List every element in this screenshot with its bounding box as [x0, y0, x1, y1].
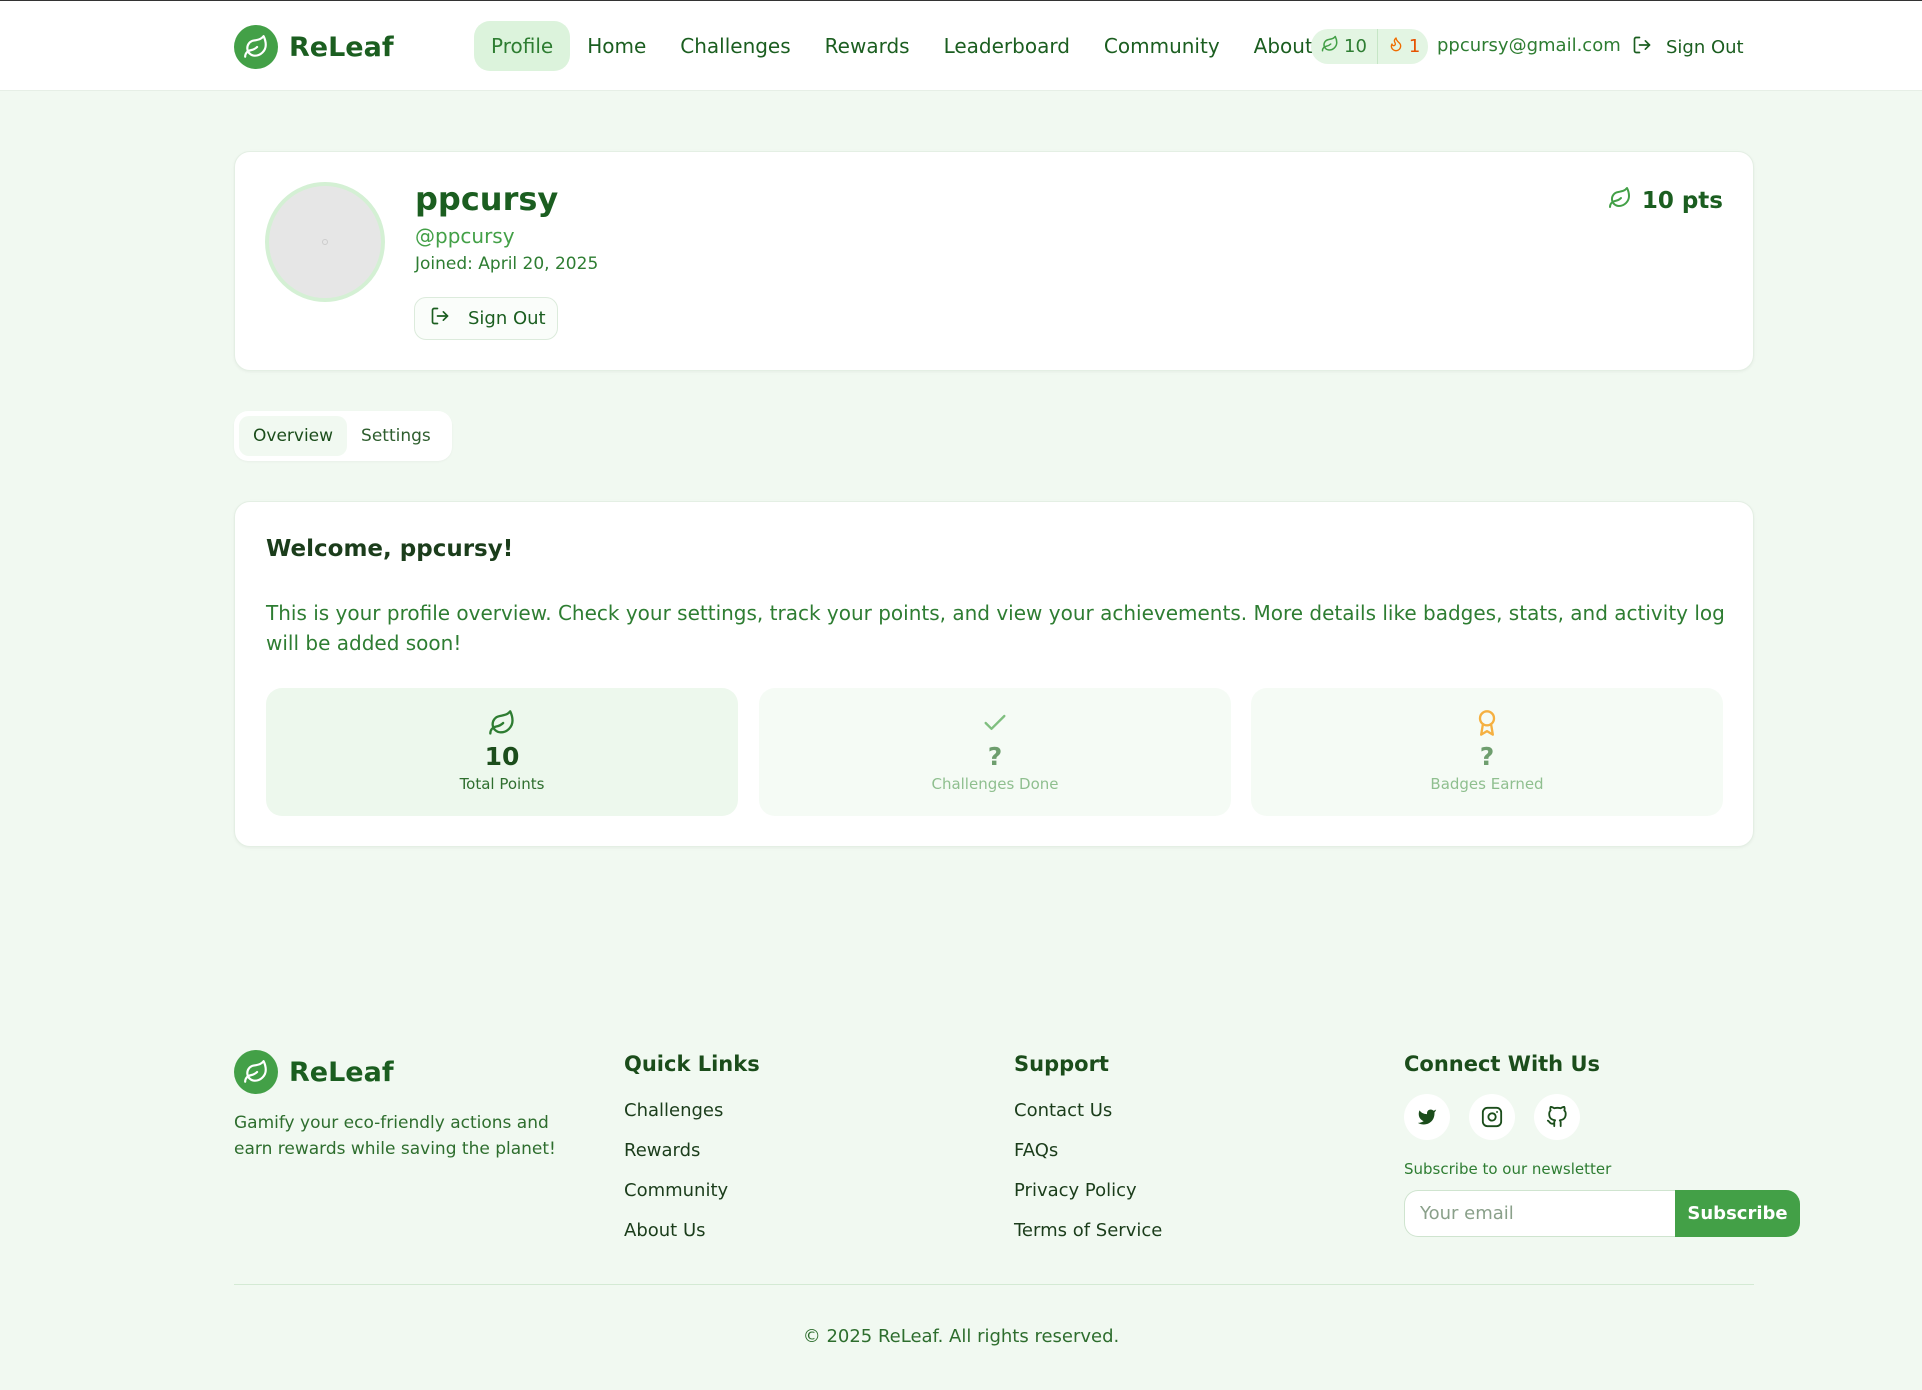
footer-brand-name: ReLeaf	[289, 1056, 394, 1088]
challenges-done-caption: Challenges Done	[931, 775, 1059, 793]
nav-sign-out-button[interactable]: Sign Out	[1632, 35, 1744, 60]
leaf-logo-icon	[234, 25, 278, 69]
footer-link-terms-of-service[interactable]: Terms of Service	[1014, 1220, 1162, 1241]
profile-sign-out-button[interactable]: Sign Out	[414, 297, 558, 340]
tab-overview[interactable]: Overview	[239, 416, 348, 456]
flame-icon	[1388, 35, 1404, 58]
user-stats-pill: 10 1	[1311, 29, 1428, 64]
avatar-placeholder-icon	[322, 239, 328, 245]
newsletter-email-input[interactable]	[1404, 1190, 1676, 1237]
check-icon	[981, 708, 1009, 738]
streak-stat: 1	[1376, 29, 1430, 64]
profile-tabs: Overview Settings	[234, 411, 452, 461]
footer-link-contact-us[interactable]: Contact Us	[1014, 1100, 1112, 1121]
profile-joined-date: Joined: April 20, 2025	[415, 254, 599, 274]
connect-title: Connect With Us	[1404, 1052, 1600, 1076]
points-value: 10	[1344, 36, 1367, 57]
footer-divider	[234, 1284, 1754, 1285]
streak-value: 1	[1408, 36, 1421, 57]
leaf-icon	[1608, 186, 1632, 216]
footer-link-about-us[interactable]: About Us	[624, 1220, 706, 1241]
instagram-icon[interactable]	[1469, 1094, 1515, 1140]
nav-rewards[interactable]: Rewards	[808, 21, 927, 71]
main-nav: Profile Home Challenges Rewards Leaderbo…	[474, 21, 1330, 71]
total-points-caption: Total Points	[459, 775, 545, 793]
leaf-icon	[488, 708, 516, 738]
newsletter-label: Subscribe to our newsletter	[1404, 1160, 1612, 1178]
footer-link-rewards[interactable]: Rewards	[624, 1140, 700, 1161]
log-out-icon	[430, 306, 450, 331]
footer-tagline: Gamify your eco-friendly actions and ear…	[234, 1113, 556, 1159]
nav-challenges[interactable]: Challenges	[663, 21, 807, 71]
challenges-done-value: ?	[987, 742, 1003, 771]
welcome-heading: Welcome, ppcursy!	[266, 536, 514, 562]
copyright: © 2025 ReLeaf. All rights reserved.	[802, 1326, 1120, 1347]
badges-earned-caption: Badges Earned	[1430, 775, 1544, 793]
twitter-icon[interactable]	[1404, 1094, 1450, 1140]
avatar[interactable]	[265, 182, 385, 302]
profile-username: ppcursy	[415, 180, 559, 218]
brand-logo[interactable]: ReLeaf	[234, 25, 394, 69]
overview-card: Welcome, ppcursy! This is your profile o…	[234, 501, 1754, 847]
nav-profile[interactable]: Profile	[474, 21, 571, 71]
footer-link-privacy-policy[interactable]: Privacy Policy	[1014, 1180, 1137, 1201]
overview-description: This is your profile overview. Check you…	[266, 601, 1725, 655]
brand-name: ReLeaf	[289, 31, 394, 63]
profile-card: ppcursy @ppcursy Joined: April 20, 2025 …	[234, 151, 1754, 371]
footer-brand-logo[interactable]: ReLeaf	[234, 1050, 394, 1094]
support-title: Support	[1014, 1052, 1109, 1076]
profile-points: 10 pts	[1608, 186, 1723, 216]
profile-points-label: 10 pts	[1641, 188, 1723, 214]
footer-link-community[interactable]: Community	[624, 1180, 728, 1201]
badges-earned-stat: ? Badges Earned	[1251, 688, 1723, 816]
footer-link-challenges[interactable]: Challenges	[624, 1100, 723, 1121]
leaf-logo-icon	[234, 1050, 278, 1094]
total-points-stat: 10 Total Points	[266, 688, 738, 816]
nav-leaderboard[interactable]: Leaderboard	[927, 21, 1087, 71]
leaf-icon	[1321, 35, 1339, 58]
subscribe-button[interactable]: Subscribe	[1675, 1190, 1800, 1237]
nav-community[interactable]: Community	[1087, 21, 1237, 71]
top-navigation-bar: ReLeaf Profile Home Challenges Rewards L…	[0, 0, 1922, 91]
user-email: ppcursy@gmail.com	[1437, 35, 1621, 56]
github-icon[interactable]	[1534, 1094, 1580, 1140]
award-icon	[1473, 708, 1501, 738]
quick-links-title: Quick Links	[624, 1052, 760, 1076]
challenges-done-stat: ? Challenges Done	[759, 688, 1231, 816]
nav-sign-out-label: Sign Out	[1666, 37, 1744, 58]
log-out-icon	[1632, 35, 1652, 60]
nav-home[interactable]: Home	[570, 21, 663, 71]
tab-settings[interactable]: Settings	[347, 416, 445, 456]
footer-link-faqs[interactable]: FAQs	[1014, 1140, 1058, 1161]
badges-earned-value: ?	[1479, 742, 1495, 771]
total-points-value: 10	[484, 742, 520, 771]
profile-sign-out-label: Sign Out	[468, 308, 546, 329]
profile-handle: @ppcursy	[415, 224, 515, 248]
points-stat: 10	[1311, 29, 1377, 64]
